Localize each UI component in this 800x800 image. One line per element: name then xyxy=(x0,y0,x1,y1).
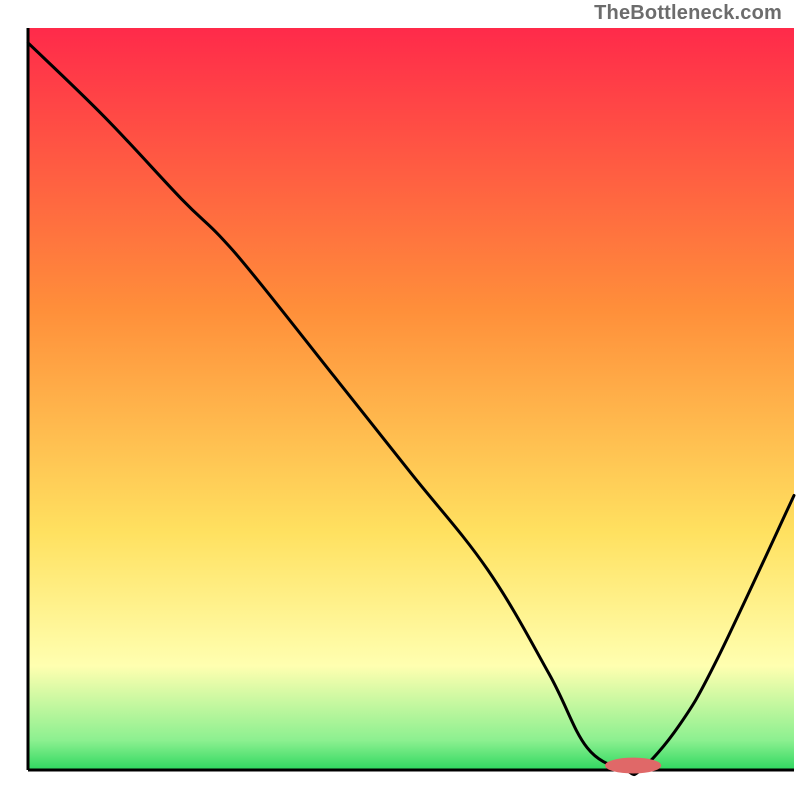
bottleneck-chart xyxy=(0,0,800,800)
watermark-text: TheBottleneck.com xyxy=(594,2,782,25)
optimal-marker xyxy=(606,758,661,773)
plot-background xyxy=(28,28,794,770)
chart-container: { "watermark": "TheBottleneck.com", "col… xyxy=(0,0,800,800)
